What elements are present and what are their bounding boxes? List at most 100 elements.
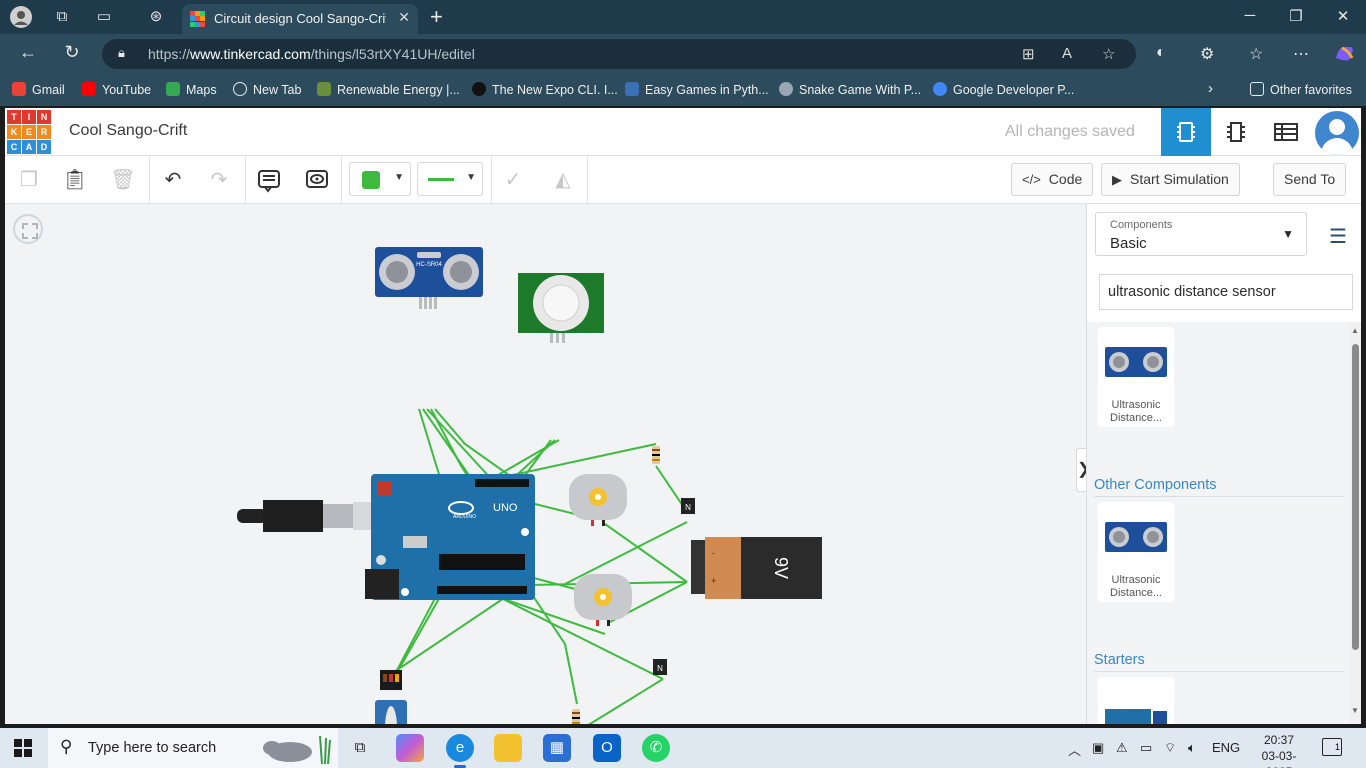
taskbar-clock[interactable]: 20:37 03-03-2025 xyxy=(1251,732,1307,768)
scroll-down-arrow-icon[interactable]: ▼ xyxy=(1351,706,1359,715)
app-available-icon[interactable]: ⊞ xyxy=(1022,45,1035,63)
task-view-icon[interactable]: ⧉ xyxy=(346,734,374,762)
dc-motor[interactable] xyxy=(569,474,627,526)
undo-icon[interactable]: ↶ xyxy=(157,164,189,196)
bookmark-google-developer[interactable]: Google Developer P... xyxy=(933,82,1074,97)
restore-icon[interactable]: ❐ xyxy=(1286,7,1306,25)
components-category-select[interactable]: Components Basic ▼ xyxy=(1095,212,1307,256)
send-to-button[interactable]: Send To xyxy=(1273,163,1347,196)
component-card-ultrasonic[interactable]: Ultrasonic Distance... xyxy=(1098,327,1174,427)
npn-transistor[interactable]: N xyxy=(653,659,667,675)
more-menu-icon[interactable]: ⋯ xyxy=(1293,44,1309,64)
notes-icon[interactable] xyxy=(253,164,285,196)
outlook-icon[interactable]: O xyxy=(593,734,621,762)
url-field[interactable]: 🔒︎ https://www.tinkercad.com/things/l53r… xyxy=(102,39,1136,69)
other-favorites[interactable]: Other favorites xyxy=(1250,82,1352,97)
favorites-icon[interactable]: ☆ xyxy=(1249,44,1263,64)
volume-icon[interactable]: 🔈︎ xyxy=(1188,740,1196,756)
workspaces-icon[interactable]: ⧉ xyxy=(51,6,73,28)
back-arrow-icon[interactable]: ← xyxy=(16,42,40,63)
ultrasonic-sensor[interactable]: HC-SR04 xyxy=(375,247,483,309)
show-hidden-icons-chevron-icon[interactable]: ︿ xyxy=(1068,740,1081,759)
servo-motor[interactable] xyxy=(372,670,410,724)
component-search-input[interactable] xyxy=(1099,274,1353,310)
delete-icon[interactable]: 🗑︎ xyxy=(107,164,139,196)
pir-motion-sensor[interactable] xyxy=(518,273,604,343)
fit-view-button[interactable] xyxy=(13,214,43,244)
circuit-canvas[interactable]: HC-SR04 N N - + 9V UNO ARDUINO xyxy=(5,204,1086,724)
gmail-icon xyxy=(12,82,26,96)
design-title[interactable]: Cool Sango-Crift xyxy=(69,122,187,140)
favorite-star-icon[interactable]: ☆ xyxy=(1102,45,1115,63)
file-explorer-icon[interactable] xyxy=(494,734,522,762)
tracking-prevention-icon[interactable]: ◐ xyxy=(1156,44,1166,62)
schematic-view-button[interactable] xyxy=(1211,108,1261,156)
minimize-icon[interactable]: ─ xyxy=(1240,7,1260,24)
component-list-view-button[interactable] xyxy=(1261,108,1311,156)
new-tab-button[interactable]: + xyxy=(430,4,443,30)
windows-start-icon[interactable] xyxy=(14,739,32,757)
active-browser-tab[interactable]: Circuit design Cool Sango-Crift - T ✕ xyxy=(182,4,418,34)
wire-type-dropdown[interactable]: ▼ xyxy=(417,162,483,196)
resistor[interactable] xyxy=(652,446,660,464)
language-indicator[interactable]: ENG xyxy=(1212,740,1240,755)
clock-date: 03-03-2025 xyxy=(1261,749,1297,768)
tinkercad-logo[interactable]: T I N K E R C A D xyxy=(5,108,51,154)
copilot-icon[interactable] xyxy=(1333,44,1355,67)
bookmark-gmail[interactable]: Gmail xyxy=(12,82,65,97)
paste-icon[interactable]: 📋︎ xyxy=(59,164,91,196)
scrollbar-thumb[interactable] xyxy=(1352,344,1359,650)
read-aloud-icon[interactable]: A xyxy=(1062,45,1072,62)
chatgpt-tab-icon[interactable]: ⊛ xyxy=(145,6,167,28)
lock-icon[interactable]: 🔒︎ xyxy=(118,45,125,61)
whatsapp-icon[interactable]: ✆ xyxy=(642,734,670,762)
notification-center-icon[interactable]: 1 xyxy=(1322,738,1342,756)
microsoft-store-icon[interactable]: ▦ xyxy=(543,734,571,762)
rotate-icon[interactable]: ✓ xyxy=(497,164,529,196)
folder-icon xyxy=(1250,82,1264,96)
bookmark-maps[interactable]: Maps xyxy=(166,82,217,97)
resistor[interactable] xyxy=(572,709,580,724)
circuit-drawing[interactable]: HC-SR04 N N - + 9V UNO ARDUINO xyxy=(5,204,1086,724)
results-scrollbar[interactable]: ▲ ▼ xyxy=(1349,322,1361,724)
dc-motor[interactable] xyxy=(574,574,632,626)
battery-icon[interactable]: ▭ xyxy=(1140,740,1152,756)
npn-transistor[interactable]: N xyxy=(681,498,695,514)
refresh-icon[interactable]: ↻ xyxy=(60,42,84,63)
bookmark-youtube[interactable]: YouTube xyxy=(82,82,151,97)
taskbar-search[interactable]: ⚲ Type here to search xyxy=(48,728,338,768)
component-card-ultrasonic-other[interactable]: Ultrasonic Distance... xyxy=(1098,502,1174,602)
bookmark-easy-games[interactable]: Easy Games in Pyth... xyxy=(625,82,769,97)
close-tab-icon[interactable]: ✕ xyxy=(398,9,410,26)
section-divider xyxy=(1094,496,1344,497)
redo-icon[interactable]: ↷ xyxy=(203,164,235,196)
tab-actions-icon[interactable]: ▭ xyxy=(93,6,115,28)
notes-visibility-icon[interactable] xyxy=(301,164,333,196)
bookmark-renewable-energy[interactable]: Renewable Energy |... xyxy=(317,82,460,97)
copilot-taskbar-icon[interactable] xyxy=(396,734,424,762)
bookmark-new-tab[interactable]: New Tab xyxy=(233,82,301,97)
meet-now-icon[interactable]: ▣ xyxy=(1092,740,1104,756)
code-button[interactable]: </> Code xyxy=(1011,163,1094,196)
bookmark-snake-game[interactable]: Snake Game With P... xyxy=(779,82,921,97)
nine-volt-battery[interactable]: - + 9V xyxy=(691,537,822,599)
edge-browser-icon[interactable]: e xyxy=(446,734,474,768)
scroll-up-arrow-icon[interactable]: ▲ xyxy=(1351,326,1359,335)
security-warning-icon[interactable]: ⚠ xyxy=(1116,740,1128,756)
wifi-icon[interactable]: ⌔ xyxy=(1164,740,1176,756)
wire-color-dropdown[interactable]: ▼ xyxy=(349,162,411,196)
circuit-view-button[interactable] xyxy=(1161,108,1211,156)
extensions-icon[interactable]: ⚙ xyxy=(1200,44,1214,64)
flip-icon[interactable]: ◭ xyxy=(547,164,579,196)
profile-avatar-icon[interactable] xyxy=(10,6,32,28)
starter-card[interactable] xyxy=(1098,677,1174,724)
start-simulation-button[interactable]: ▶ Start Simulation xyxy=(1101,163,1240,196)
usb-cable[interactable] xyxy=(237,500,373,532)
close-window-icon[interactable]: ✕ xyxy=(1333,7,1353,25)
bookmarks-overflow-chevron-icon[interactable]: › xyxy=(1208,80,1213,97)
copy-icon[interactable]: ❐ xyxy=(13,164,45,196)
arduino-uno-board[interactable]: UNO ARDUINO xyxy=(365,474,535,600)
list-view-icon[interactable]: ☰ xyxy=(1329,224,1347,249)
user-avatar[interactable] xyxy=(1315,111,1359,155)
bookmark-expo-cli[interactable]: The New Expo CLI. I... xyxy=(472,82,618,97)
